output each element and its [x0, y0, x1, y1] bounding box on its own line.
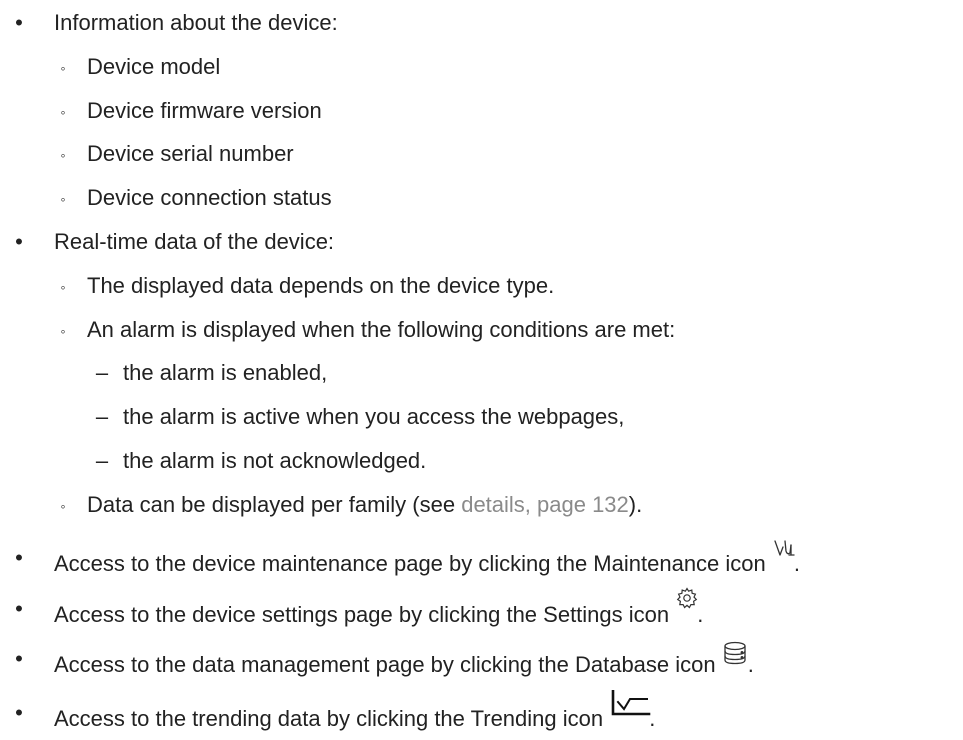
- access-trending-text-wrap: Access to the trending data by clicking …: [54, 690, 655, 732]
- alarm-intro: An alarm is displayed when the following…: [87, 317, 676, 342]
- bullet: ◦: [60, 147, 66, 163]
- access-settings-text: Access to the device settings page by cl…: [54, 602, 676, 627]
- access-database-text-wrap: Access to the data management page by cl…: [54, 641, 754, 678]
- bullet: ◦: [60, 191, 66, 207]
- maintenance-stethoscope-icon: [772, 540, 795, 571]
- realtime-depends: The displayed data depends on the device…: [87, 273, 555, 298]
- condition-active: the alarm is active when you access the …: [123, 404, 625, 429]
- bullet: ◦: [60, 104, 66, 120]
- bullet: •: [15, 700, 23, 725]
- dash: –: [95, 448, 109, 473]
- trending-chart-icon: [609, 690, 651, 726]
- realtime-heading: Real-time data of the device:: [54, 229, 335, 254]
- access-database-text: Access to the data management page by cl…: [54, 652, 722, 677]
- bullet: •: [15, 229, 23, 254]
- bullet: ◦: [60, 279, 66, 295]
- settings-gear-icon: [675, 587, 698, 622]
- info-item-firmware: Device firmware version: [87, 98, 322, 123]
- family-text: Data can be displayed per family (see de…: [87, 492, 642, 518]
- info-item-connection: Device connection status: [87, 185, 332, 210]
- dash: –: [95, 360, 109, 385]
- access-maintenance-text: Access to the device maintenance page by…: [54, 551, 772, 576]
- bullet: ◦: [60, 323, 66, 339]
- database-icon: [722, 641, 748, 672]
- bullet: •: [15, 10, 23, 35]
- family-suffix: ).: [628, 492, 643, 517]
- bullet: •: [15, 596, 23, 621]
- dash: –: [95, 404, 109, 429]
- family-prefix: Data can be displayed per family (see: [87, 492, 462, 517]
- access-maintenance-text-wrap: Access to the device maintenance page by…: [54, 540, 800, 577]
- details-link[interactable]: details, page 132: [461, 492, 629, 517]
- info-item-serial: Device serial number: [87, 141, 294, 166]
- bullet: •: [15, 545, 23, 570]
- condition-not-acknowledged: the alarm is not acknowledged.: [123, 448, 427, 473]
- info-heading: Information about the device:: [54, 10, 338, 35]
- bullet: •: [15, 646, 23, 671]
- condition-enabled: the alarm is enabled,: [123, 360, 328, 385]
- bullet: ◦: [60, 60, 66, 76]
- info-item-model: Device model: [87, 54, 221, 79]
- access-settings-text-wrap: Access to the device settings page by cl…: [54, 587, 703, 628]
- bullet: ◦: [60, 498, 66, 514]
- access-trending-text: Access to the trending data by clicking …: [54, 706, 610, 731]
